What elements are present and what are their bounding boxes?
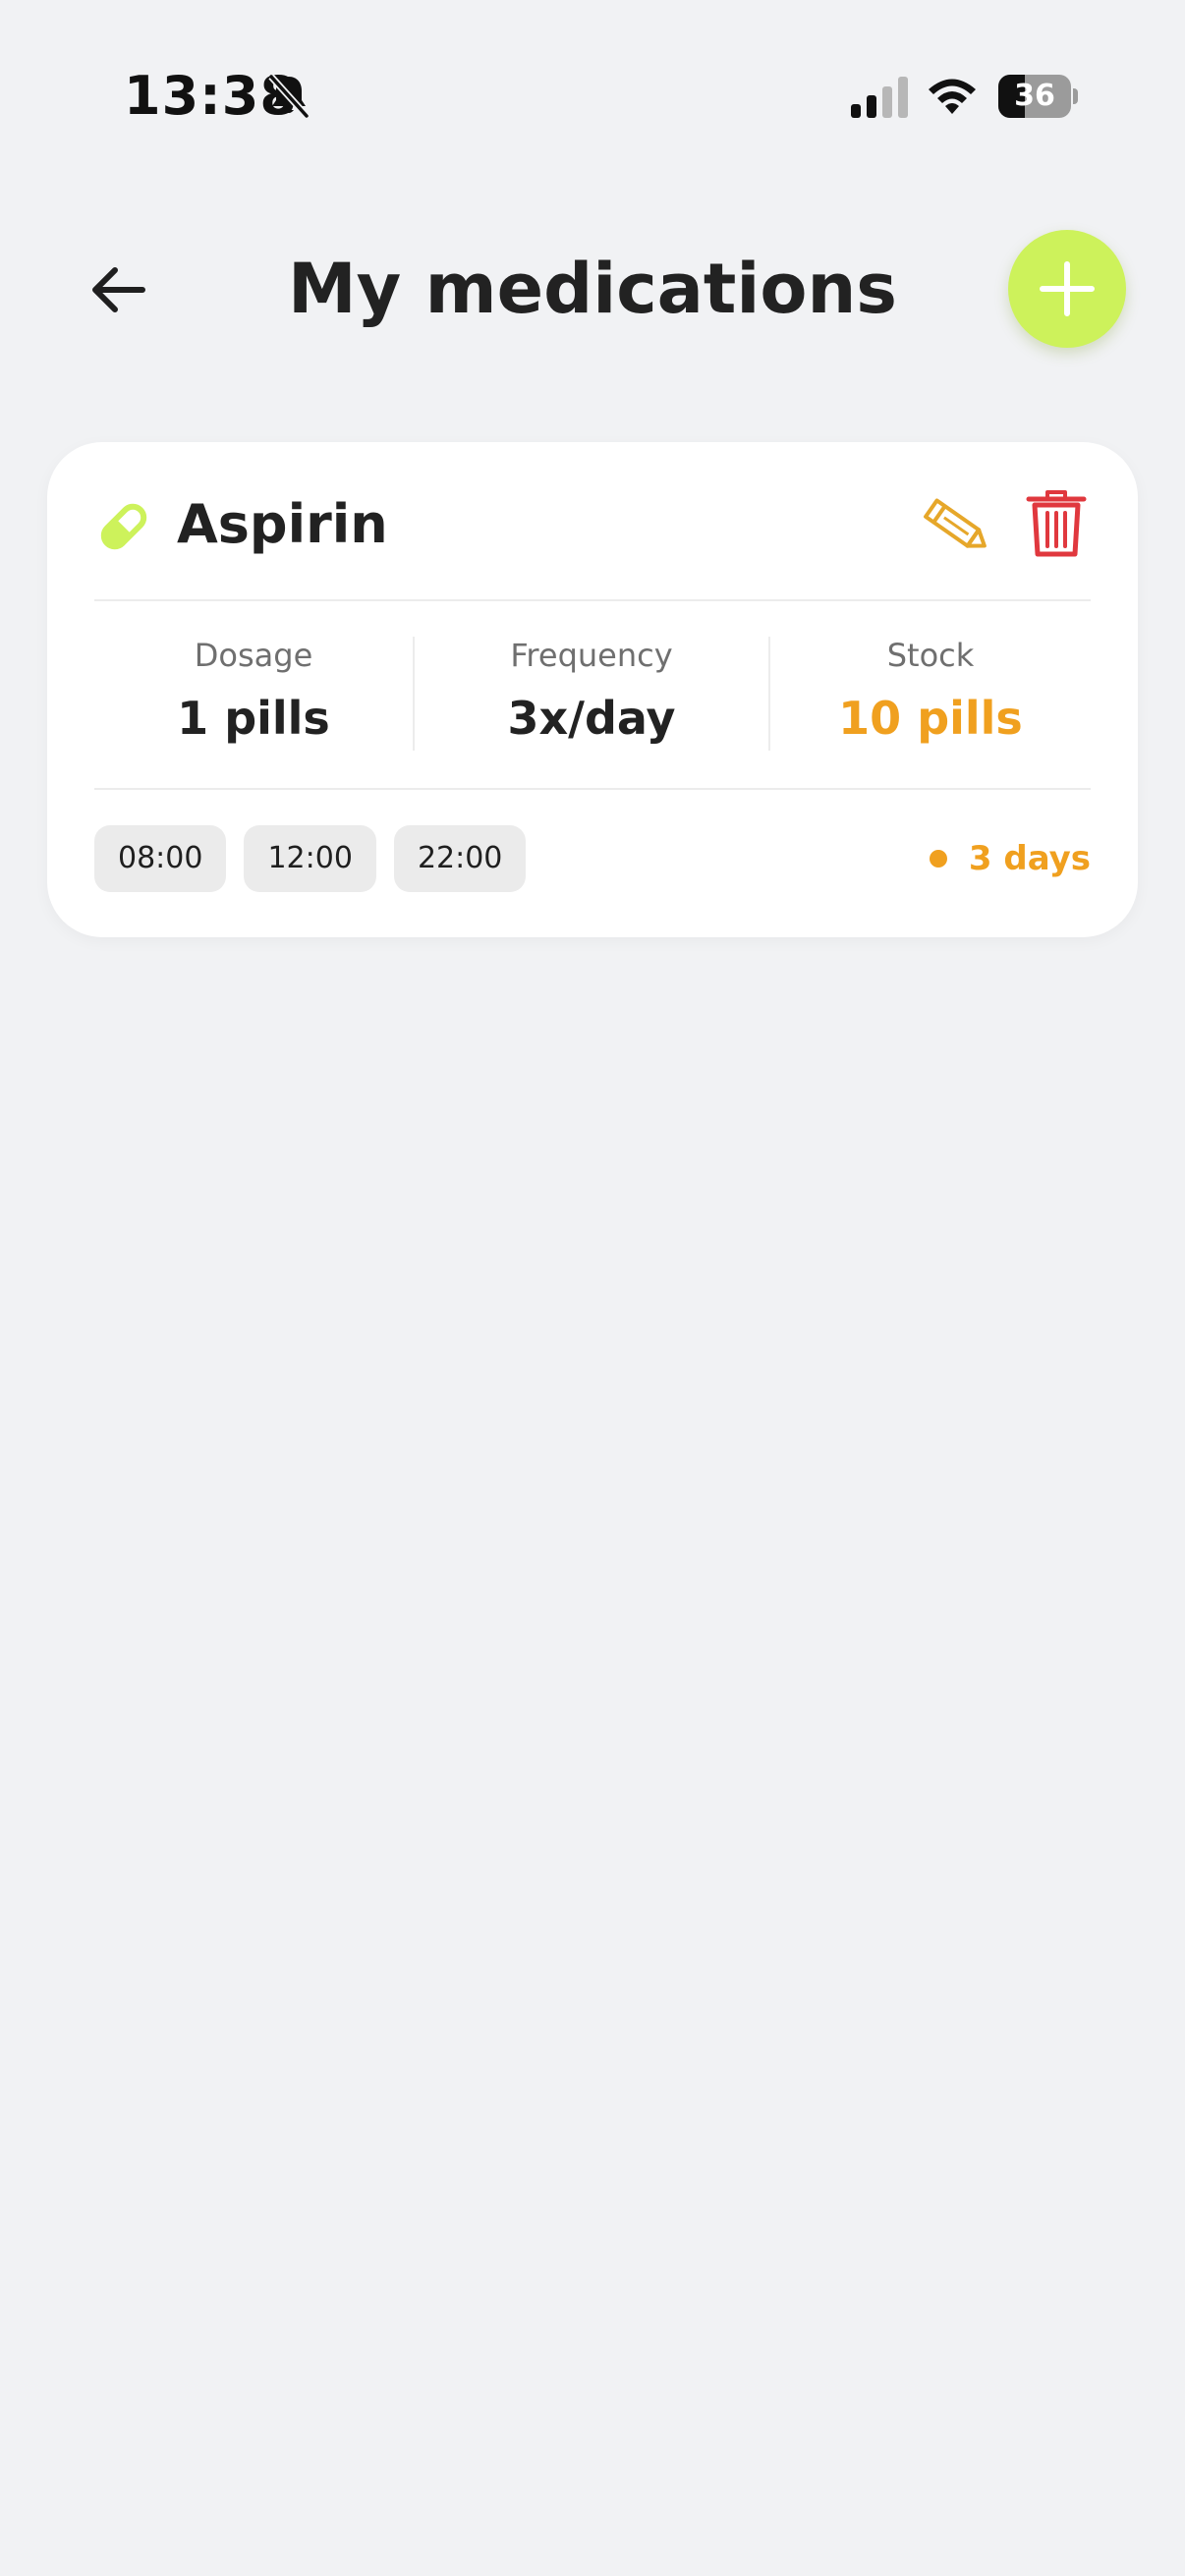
time-chip: 12:00 (244, 825, 376, 892)
plus-icon (1040, 261, 1095, 316)
stat-frequency: Frequency 3x/day (415, 601, 768, 788)
battery-tip (1073, 88, 1078, 104)
trash-icon[interactable] (1026, 489, 1087, 558)
status-dot (929, 850, 947, 868)
pencil-icon[interactable] (922, 493, 992, 560)
medication-name: Aspirin (177, 493, 388, 555)
stat-label: Dosage (194, 637, 313, 674)
page-title: My medications (288, 249, 897, 329)
add-medication-button[interactable] (1008, 230, 1126, 348)
battery-body: 36 (998, 75, 1071, 118)
time-chip: 08:00 (94, 825, 227, 892)
battery-level: 36 (1014, 79, 1055, 113)
arrow-left-icon (92, 267, 145, 312)
stat-dosage: Dosage 1 pills (94, 601, 413, 788)
cellular-signal-icon (851, 77, 908, 118)
stat-label: Stock (886, 637, 975, 674)
stat-stock: Stock 10 pills (770, 601, 1091, 788)
battery-icon: 36 (998, 75, 1078, 118)
stat-value: 1 pills (177, 692, 330, 745)
back-button[interactable] (79, 246, 157, 334)
time-chip: 22:00 (393, 825, 527, 892)
medication-card[interactable]: Aspirin Dosage 1 pills Frequency 3x/day … (47, 442, 1138, 937)
stat-value: 10 pills (838, 692, 1023, 745)
medication-stats: Dosage 1 pills Frequency 3x/day Stock 10… (94, 601, 1091, 788)
stat-label: Frequency (510, 637, 673, 674)
divider (94, 788, 1091, 790)
bell-slash-icon (268, 74, 310, 119)
days-remaining: 3 days (929, 833, 1091, 884)
pill-icon (100, 503, 147, 550)
days-remaining-label: 3 days (968, 839, 1091, 878)
status-bar: 13:38 36 (0, 0, 1185, 196)
stat-value: 3x/day (507, 692, 676, 745)
wifi-icon (929, 79, 976, 114)
dose-times: 08:00 12:00 22:00 (94, 825, 527, 892)
